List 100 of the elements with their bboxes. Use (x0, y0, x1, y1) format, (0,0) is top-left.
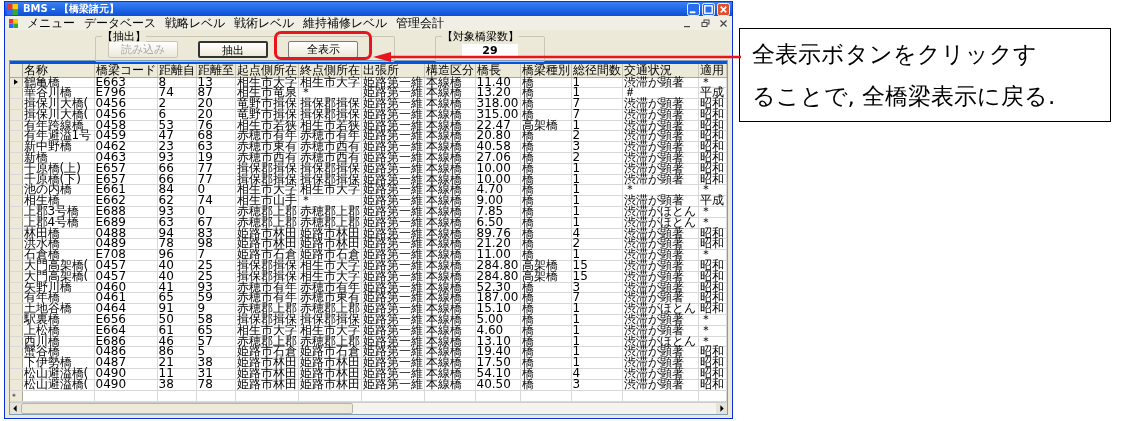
menu-item[interactable]: データベース (84, 16, 156, 30)
table-cell: 本線橋 (424, 303, 475, 315)
table-cell: 1 (571, 195, 622, 207)
table-cell: 7 (571, 109, 622, 121)
table-cell: 姫路第一維 (361, 368, 424, 380)
table-cell: 本線橋 (424, 174, 475, 185)
table-cell: 0459 (94, 131, 157, 142)
table-cell: 77 (196, 174, 235, 185)
table-cell: 姫路第一維 (361, 120, 424, 131)
column-header[interactable]: 橋梁種別 (520, 64, 571, 77)
column-header[interactable]: 名称 (22, 64, 94, 77)
table-cell: 姫路第一維 (361, 141, 424, 153)
table-cell: 渋滞が顕著 (622, 131, 698, 142)
table-cell: 68 (196, 131, 235, 142)
table-cell: 渋滞が顕著 (622, 163, 698, 175)
table-cell: 本線橋 (424, 368, 475, 380)
table-cell: 赤穂市西有 (298, 141, 361, 153)
table-cell: 87 (196, 87, 235, 99)
table-cell: 1 (571, 346, 622, 358)
table-cell: 65 (157, 292, 196, 304)
table-cell: 姫路第一維 (361, 163, 424, 175)
table-cell: 昭和 (698, 271, 726, 283)
table-cell: 赤穂市有年 (298, 282, 361, 293)
scroll-right-icon[interactable] (715, 402, 727, 414)
extract-button[interactable]: 抽出 (198, 41, 268, 58)
table-cell: 渋滞が顕著 (622, 238, 698, 250)
column-header[interactable]: 橋長 (475, 64, 520, 77)
row-header[interactable] (10, 77, 22, 88)
table-cell: 本線橋 (424, 260, 475, 272)
table-cell: 本線橋 (424, 357, 475, 369)
table-cell: 本線橋 (424, 228, 475, 239)
table-cell: 揖保郡揖保 (298, 163, 361, 175)
table-cell: 2 (571, 131, 622, 142)
table-cell: 揖保郡揖保 (235, 174, 298, 185)
table-cell: 3 (571, 379, 622, 391)
table-cell: 姫路市林田 (235, 228, 298, 239)
column-header[interactable]: 距離自 (157, 64, 196, 77)
column-header[interactable]: 起点側所在 (235, 64, 298, 77)
close-icon[interactable] (718, 18, 728, 28)
table-cell: 15 (571, 271, 622, 283)
table-cell: 姫路第一維 (361, 152, 424, 164)
table-cell: 揖保郡揖保 (235, 163, 298, 175)
current-row-icon (14, 79, 18, 86)
table-cell: 姫路市林田 (298, 357, 361, 369)
column-header[interactable]: 橋梁コード (94, 64, 157, 77)
table-cell: 83 (196, 228, 235, 239)
column-header[interactable]: 構造区分 (424, 64, 475, 77)
table-cell: 96 (157, 249, 196, 261)
minimize-icon[interactable] (686, 2, 700, 16)
table-cell: 昭和 (698, 282, 726, 293)
table-cell: 0486 (94, 346, 157, 358)
table-cell: ＊ (698, 206, 726, 218)
maximize-icon[interactable] (701, 2, 715, 16)
table-cell: 本線橋 (424, 346, 475, 358)
table-cell: 27.06 (475, 152, 520, 164)
table-cell: 千原橋(下) (22, 174, 94, 185)
table-cell: 渋滞が顕著 (622, 325, 698, 337)
table-cell: 本線橋 (424, 98, 475, 110)
restore-icon[interactable] (700, 18, 710, 28)
column-header[interactable]: 適用 (698, 64, 726, 77)
table-cell: 本線橋 (424, 195, 475, 207)
table-cell: 姫路第一維 (361, 109, 424, 121)
column-header[interactable]: 総径間数 (571, 64, 622, 77)
table-cell: 橋 (520, 195, 571, 207)
table-cell: 19 (196, 152, 235, 164)
menu-item[interactable]: 戦術レベル (234, 16, 294, 30)
table-cell: 61 (157, 325, 196, 337)
scroll-left-icon[interactable] (10, 402, 21, 414)
table-cell: 本線橋 (424, 77, 475, 88)
table-cell: 4.70 (475, 184, 520, 196)
column-header[interactable]: 距離至 (196, 64, 235, 77)
table-cell: E686 (94, 336, 157, 347)
menu-item[interactable]: 維持補修レベル (303, 16, 387, 30)
table-cell: 22.47 (475, 120, 520, 131)
menu-item[interactable]: 管理会計 (396, 16, 444, 30)
table-cell: 昭和 (698, 163, 726, 175)
menu-item[interactable]: 戦略レベル (165, 16, 225, 30)
table-cell: 高架橋 (520, 120, 571, 131)
table-cell: 渋滞が顕著 (622, 314, 698, 326)
table-cell: 橋 (520, 336, 571, 347)
table-cell: 本線橋 (424, 325, 475, 337)
column-header[interactable]: 交通状況 (622, 64, 698, 77)
table-cell: 姫路第一維 (361, 87, 424, 99)
column-header[interactable]: 終点側所在 (298, 64, 361, 77)
table-cell: 渋滞が顕著 (622, 282, 698, 293)
table-cell: 姫路第一維 (361, 314, 424, 326)
menu-item[interactable]: メニュー (27, 16, 75, 30)
table-cell: 赤穂市有年 (298, 131, 361, 142)
table-cell: 1 (571, 303, 622, 315)
table-cell: 姫路第一維 (361, 357, 424, 369)
table-cell: 橋 (520, 77, 571, 88)
table-cell: 赤穂市東有 (235, 141, 298, 153)
table-cell: 77 (196, 163, 235, 175)
table-cell: 橋 (520, 184, 571, 196)
table-cell: 3 (571, 141, 622, 153)
group-title: 【抽出】 (102, 31, 146, 42)
table-cell: 姫路第一維 (361, 98, 424, 110)
table-cell: 41 (157, 282, 196, 293)
table-cell: 新中野橋 (22, 141, 94, 153)
column-header[interactable]: 出張所 (361, 64, 424, 77)
